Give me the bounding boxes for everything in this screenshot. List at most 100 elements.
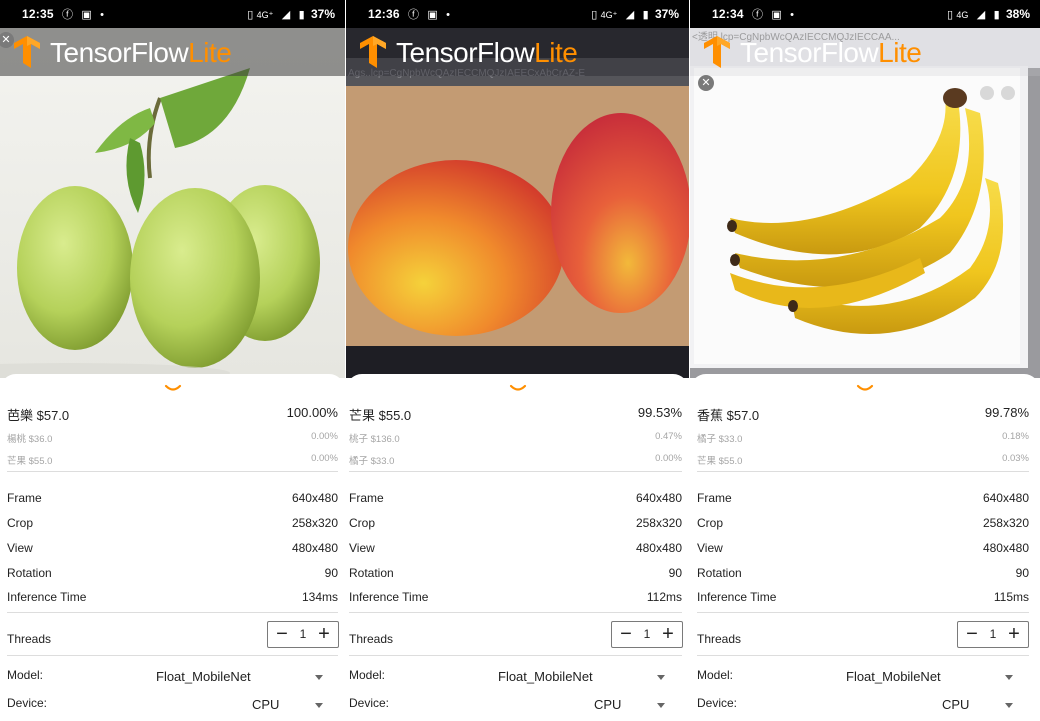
plus-icon[interactable]: + xyxy=(657,622,679,647)
brand-word-tensorflow: TensorFlow xyxy=(740,37,879,68)
model-select[interactable]: Float_MobileNet xyxy=(846,669,941,684)
info-label: View xyxy=(349,541,375,555)
threads-stepper[interactable]: − 1 + xyxy=(957,621,1029,648)
bottom-sheet: 芭樂 $57.0 100.00% 楊桃 $36.0 0.00% 芒果 $55.0… xyxy=(0,374,345,721)
info-label: Inference Time xyxy=(349,590,429,604)
info-value: 480x480 xyxy=(635,541,682,555)
battery-percent: 37% xyxy=(654,7,679,21)
camera-preview xyxy=(0,28,345,378)
vibrate-icon: ▯ xyxy=(247,9,254,21)
model-select[interactable]: Float_MobileNet xyxy=(498,669,593,684)
divider xyxy=(697,655,1029,656)
youtube-icon: ▣ xyxy=(81,9,92,21)
device-label: Device: xyxy=(697,696,738,710)
info-label: Rotation xyxy=(697,566,742,580)
result-label: 橘子 $33.0 xyxy=(349,456,395,467)
result-label: 芒果 $55.0 xyxy=(7,456,53,467)
dropdown-caret-icon[interactable] xyxy=(315,675,323,680)
battery-icon: ▮ xyxy=(298,9,305,21)
device-select[interactable]: CPU xyxy=(942,697,969,712)
battery-icon: ▮ xyxy=(993,9,1000,21)
chevron-down-icon[interactable] xyxy=(508,382,528,394)
network-type: 4G xyxy=(956,10,969,20)
device-select[interactable]: CPU xyxy=(594,697,621,712)
battery-percent: 37% xyxy=(310,7,335,21)
brand-word-lite: Lite xyxy=(534,37,578,68)
status-bar: 12:36 ⓕ ▣ • ▯ 4G⁺ ◢ ▮ 37% xyxy=(346,0,689,28)
network-type: 4G⁺ xyxy=(256,10,274,20)
divider xyxy=(697,471,1029,472)
app-brand: TensorFlowLite xyxy=(50,37,232,69)
result-confidence: 99.53% xyxy=(637,405,682,420)
info-value: 480x480 xyxy=(291,541,338,555)
info-value: 112ms xyxy=(646,590,682,604)
threads-label: Threads xyxy=(697,632,742,646)
status-right: ▯ 4G⁺ ◢ ▮ 37% xyxy=(242,0,335,29)
brand-word-lite: Lite xyxy=(878,37,922,68)
result-label: 香蕉 $57.0 xyxy=(697,408,760,423)
device-label: Device: xyxy=(7,696,48,710)
dropdown-caret-icon[interactable] xyxy=(315,703,323,708)
app-bar: TensorFlowLite xyxy=(0,28,345,76)
phone-screen-1: 12:35 ⓕ ▣ • ▯ 4G⁺ ◢ ▮ 37% TensorFlowLite… xyxy=(0,0,345,721)
threads-stepper[interactable]: − 1 + xyxy=(267,621,339,648)
info-label: Frame xyxy=(7,491,42,505)
app-bar: TensorFlowLite xyxy=(346,28,689,76)
camera-preview: <透明 lcp=CgNpbWcQAzIECCMQJzIECCAA... xyxy=(690,28,1040,378)
status-time: 12:36 xyxy=(368,7,400,21)
vibrate-icon: ▯ xyxy=(946,9,954,21)
info-label: Crop xyxy=(349,516,376,530)
info-value: 258x320 xyxy=(635,516,682,530)
facebook-icon: ⓕ xyxy=(408,9,420,21)
info-label: Rotation xyxy=(7,566,52,580)
model-select[interactable]: Float_MobileNet xyxy=(156,669,251,684)
result-confidence: 0.47% xyxy=(655,431,682,442)
info-label: Frame xyxy=(697,491,732,505)
result-confidence: 0.18% xyxy=(1002,431,1029,442)
status-bar: 12:35 ⓕ ▣ • ▯ 4G⁺ ◢ ▮ 37% xyxy=(0,0,345,28)
model-label: Model: xyxy=(697,668,734,682)
device-select[interactable]: CPU xyxy=(252,697,279,712)
result-label: 芒果 $55.0 xyxy=(349,408,412,423)
result-label: 芭樂 $57.0 xyxy=(7,408,70,423)
brand-word-tensorflow: TensorFlow xyxy=(50,37,189,68)
threads-stepper[interactable]: − 1 + xyxy=(611,621,683,648)
plus-icon[interactable]: + xyxy=(1003,622,1025,647)
close-icon[interactable]: ✕ xyxy=(698,75,714,91)
result-confidence: 0.00% xyxy=(311,431,338,442)
status-right: ▯ 4G⁺ ◢ ▮ 37% xyxy=(586,0,679,29)
divider xyxy=(349,471,682,472)
signal-icon: ◢ xyxy=(976,9,986,21)
vibrate-icon: ▯ xyxy=(591,9,598,21)
result-label: 芒果 $55.0 xyxy=(697,456,743,467)
network-type: 4G⁺ xyxy=(600,10,618,20)
info-label: View xyxy=(7,541,33,555)
camera-preview: Ags..lcp=CgNpbWcQAzIECCMQJzIAEECxAbCrAZ-… xyxy=(346,28,689,378)
facebook-icon: ⓕ xyxy=(62,9,74,21)
info-label: View xyxy=(697,541,723,555)
chevron-down-icon[interactable] xyxy=(855,382,875,394)
info-label: Inference Time xyxy=(7,590,87,604)
chevron-down-icon[interactable] xyxy=(163,382,183,394)
dropdown-caret-icon[interactable] xyxy=(657,703,665,708)
result-label: 桃子 $136.0 xyxy=(349,434,400,445)
dropdown-caret-icon[interactable] xyxy=(1005,703,1013,708)
status-time: 12:34 xyxy=(712,7,744,21)
info-value: 258x320 xyxy=(291,516,338,530)
status-time: 12:35 xyxy=(22,7,54,21)
brand-word-lite: Lite xyxy=(188,37,232,68)
divider xyxy=(349,655,682,656)
dropdown-caret-icon[interactable] xyxy=(657,675,665,680)
status-bar: 12:34 ⓕ ▣ • ▯ 4G ◢ ▮ 38% xyxy=(690,0,1040,28)
info-label: Crop xyxy=(7,516,34,530)
dropdown-caret-icon[interactable] xyxy=(1005,675,1013,680)
plus-icon[interactable]: + xyxy=(313,622,335,647)
tensorflow-logo-icon xyxy=(360,36,386,68)
divider xyxy=(697,612,1029,613)
brand-word-tensorflow: TensorFlow xyxy=(396,37,535,68)
notification-dot-icon: • xyxy=(446,9,450,21)
info-value: 258x320 xyxy=(982,516,1029,530)
info-value: 90 xyxy=(668,566,682,580)
divider xyxy=(7,612,338,613)
status-right: ▯ 4G ◢ ▮ 38% xyxy=(942,0,1030,29)
